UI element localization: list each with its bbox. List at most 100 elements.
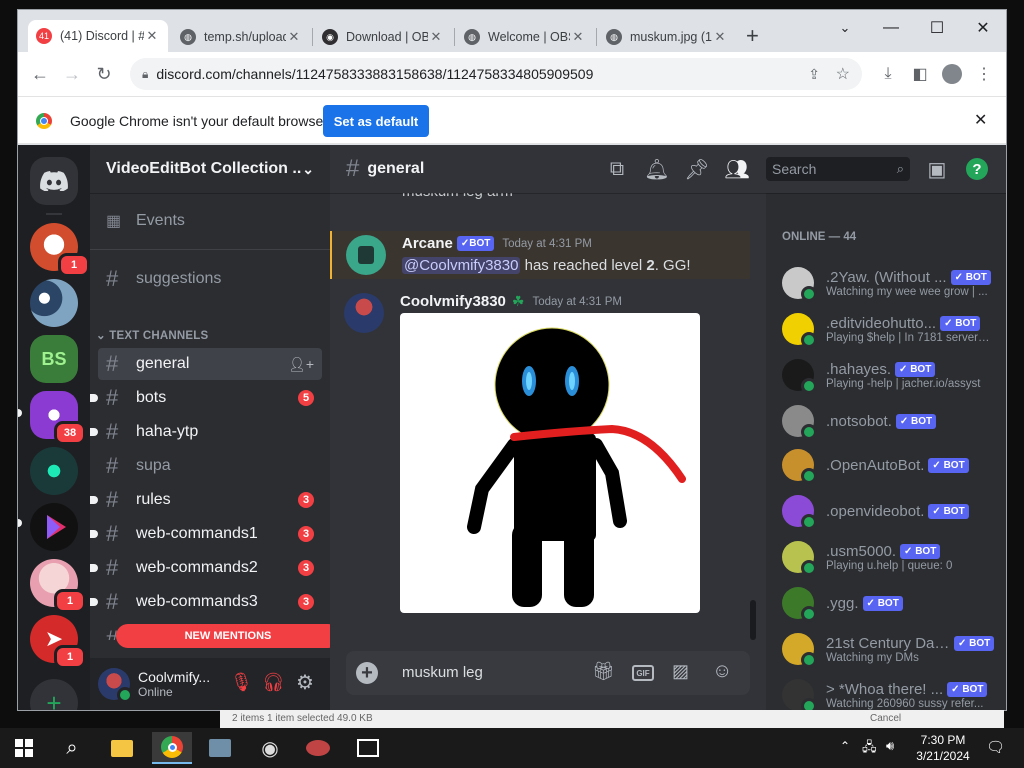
add-member-icon[interactable]: 👤︎+	[288, 356, 314, 373]
notification-bell-icon[interactable]: 🔔︎	[644, 157, 670, 181]
mute-mic-icon[interactable]: 🎙︎	[230, 672, 253, 693]
pin-icon[interactable]: 📌︎	[684, 157, 710, 181]
chat-scrollbar[interactable]	[750, 600, 756, 640]
gift-icon[interactable]: 🎁︎	[592, 661, 615, 682]
member-item[interactable]: .hahayes. ✓ BOT Playing -help | jacher.io/…	[774, 353, 998, 397]
close-tab-icon[interactable]: ✕	[570, 29, 586, 45]
message-composer[interactable]: + muskum leg 🎁︎ GIF ▨ ☺	[346, 651, 750, 695]
message-input[interactable]: muskum leg	[402, 664, 483, 681]
share-icon[interactable]: ⇪	[808, 66, 820, 83]
channel-suggestions[interactable]: # suggestions	[98, 263, 322, 295]
channel-web-commands2[interactable]: # web-commands2 3	[90, 552, 322, 584]
sticker-icon[interactable]: ▨	[672, 661, 689, 682]
cancel-button[interactable]: Cancel	[870, 713, 901, 724]
app-taskbar-icon[interactable]	[298, 732, 338, 764]
new-mentions-button[interactable]: NEW MENTIONS	[116, 624, 340, 648]
member-item[interactable]: 21st Century Dani... ✓ BOT Watching my DMs	[774, 627, 998, 671]
address-bar[interactable]: 🔒︎ discord.com/channels/1124758333883158…	[130, 58, 862, 90]
gear-icon[interactable]: ⚙	[296, 670, 314, 695]
close-tab-icon[interactable]: ✕	[286, 29, 302, 45]
minimize-button[interactable]: —	[868, 14, 914, 42]
reload-icon[interactable]: ↻	[88, 58, 120, 90]
discord-home-icon[interactable]	[30, 157, 78, 205]
help-icon[interactable]: ?	[964, 157, 990, 181]
avatar[interactable]	[98, 668, 133, 703]
emoji-icon[interactable]: ☺	[712, 660, 732, 683]
download-icon[interactable]: ⤓	[876, 62, 900, 86]
tab-muskum[interactable]: ◍ muskum.jpg (1 ✕	[598, 22, 736, 52]
set-default-button[interactable]: Set as default	[323, 105, 429, 137]
member-item[interactable]: .2Yaw. (Without ... ✓ BOT Watching my wee …	[774, 261, 998, 305]
search-icon[interactable]: ⌕	[52, 732, 92, 764]
member-item[interactable]: .notsobot. ✓ BOT	[774, 399, 998, 443]
user-mention[interactable]: @Coolvmify3830	[402, 257, 521, 274]
members-list-icon[interactable]: 👥︎	[724, 157, 750, 181]
clock[interactable]: 7:30 PM 3/21/2024	[908, 732, 978, 764]
deafen-icon[interactable]: 🎧︎	[262, 672, 285, 693]
tab-discord[interactable]: 41 (41) Discord | # ✕	[28, 20, 168, 52]
search-input[interactable]: Search ⌕	[766, 157, 910, 181]
url-text[interactable]: discord.com/channels/1124758333883158638…	[156, 66, 593, 82]
profile-icon[interactable]	[940, 62, 964, 86]
member-item[interactable]: .OpenAutoBot. ✓ BOT	[774, 443, 998, 487]
member-item[interactable]: .editvideohutto... ✓ BOT Playing $help | I…	[774, 307, 998, 351]
bookmark-star-icon[interactable]: ☆	[836, 64, 850, 84]
obs-taskbar-icon[interactable]: ◉	[250, 732, 290, 764]
threads-icon[interactable]: ⧉	[604, 157, 630, 181]
tab-search-icon[interactable]: ⌄	[822, 14, 868, 42]
windows-taskbar: ⌕ ◉ ⌃ 🖧︎ 🔊︎ 7:30 PM 3/21/2024 🗨︎	[0, 728, 1024, 768]
server-icon[interactable]: BS	[30, 335, 78, 383]
tab-tempsh[interactable]: ◍ temp.sh/upload ✕	[172, 22, 310, 52]
close-tab-icon[interactable]: ✕	[428, 29, 444, 45]
stick-figure-image	[467, 327, 686, 607]
new-tab-button[interactable]: +	[746, 23, 759, 49]
tab-obs-welcome[interactable]: ◍ Welcome | OBS ✕	[456, 22, 594, 52]
close-infobar-icon[interactable]: ✕	[974, 110, 987, 130]
server-icon[interactable]	[30, 503, 78, 551]
gif-icon[interactable]: GIF	[632, 665, 654, 681]
maximize-button[interactable]: ☐	[914, 14, 960, 42]
volume-icon[interactable]: 🔊︎	[886, 738, 894, 754]
channel-web-commands3[interactable]: # web-commands3 3	[90, 586, 322, 618]
back-icon[interactable]: ←	[24, 58, 56, 90]
channel-general[interactable]: # general 👤︎+	[98, 348, 322, 380]
avatar[interactable]	[346, 235, 386, 275]
chrome-taskbar-icon[interactable]	[152, 732, 192, 764]
add-server-icon[interactable]: +	[30, 679, 78, 710]
message-author[interactable]: Arcane	[402, 235, 453, 252]
tab-obs-download[interactable]: ◉ Download | OBS ✕	[314, 22, 452, 52]
channel-rules[interactable]: # rules 3	[90, 484, 322, 516]
member-item[interactable]: > *Whoa there! ... ✓ BOT Watching 260960 s…	[774, 673, 998, 710]
tab-title: muskum.jpg (1	[630, 30, 712, 44]
channel-supa[interactable]: # supa	[98, 450, 322, 482]
avatar[interactable]	[344, 293, 384, 333]
category-text-channels[interactable]: ⌄ TEXT CHANNELS	[96, 328, 208, 342]
notifications-icon[interactable]: 🗨︎	[986, 738, 1005, 756]
close-tab-icon[interactable]: ✕	[144, 28, 160, 44]
channel-events[interactable]: ▦ Events	[98, 205, 322, 237]
menu-icon[interactable]: ⋮	[972, 62, 996, 86]
inbox-icon[interactable]: ▣	[924, 157, 950, 181]
server-header[interactable]: VideoEditBot Collection ... ⌄	[90, 145, 330, 193]
side-panel-icon[interactable]: ◧	[908, 62, 932, 86]
close-tab-icon[interactable]: ✕	[712, 29, 728, 45]
add-attachment-icon[interactable]: +	[356, 662, 378, 684]
chevron-up-icon[interactable]: ⌃	[840, 739, 850, 753]
photos-taskbar-icon[interactable]	[348, 732, 388, 764]
close-window-button[interactable]: ✕	[960, 14, 1006, 42]
file-explorer-icon[interactable]	[102, 732, 142, 764]
member-item[interactable]: .openvideobot. ✓ BOT	[774, 489, 998, 533]
forward-icon[interactable]: →	[56, 58, 88, 90]
image-attachment[interactable]	[400, 313, 700, 613]
app-taskbar-icon[interactable]	[200, 732, 240, 764]
channel-bots[interactable]: # bots 5	[90, 382, 322, 414]
server-icon[interactable]	[30, 279, 78, 327]
channel-haha-ytp[interactable]: # haha-ytp	[90, 416, 322, 448]
member-item[interactable]: .ygg. ✓ BOT	[774, 581, 998, 625]
windows-start-icon[interactable]	[4, 732, 44, 764]
server-icon[interactable]	[30, 447, 78, 495]
network-icon[interactable]: 🖧︎	[862, 738, 877, 760]
member-item[interactable]: .usm5000. ✓ BOT Playing u.help | queue: 0	[774, 535, 998, 579]
message-author[interactable]: Coolvmify3830	[400, 293, 506, 310]
channel-web-commands1[interactable]: # web-commands1 3	[90, 518, 322, 550]
